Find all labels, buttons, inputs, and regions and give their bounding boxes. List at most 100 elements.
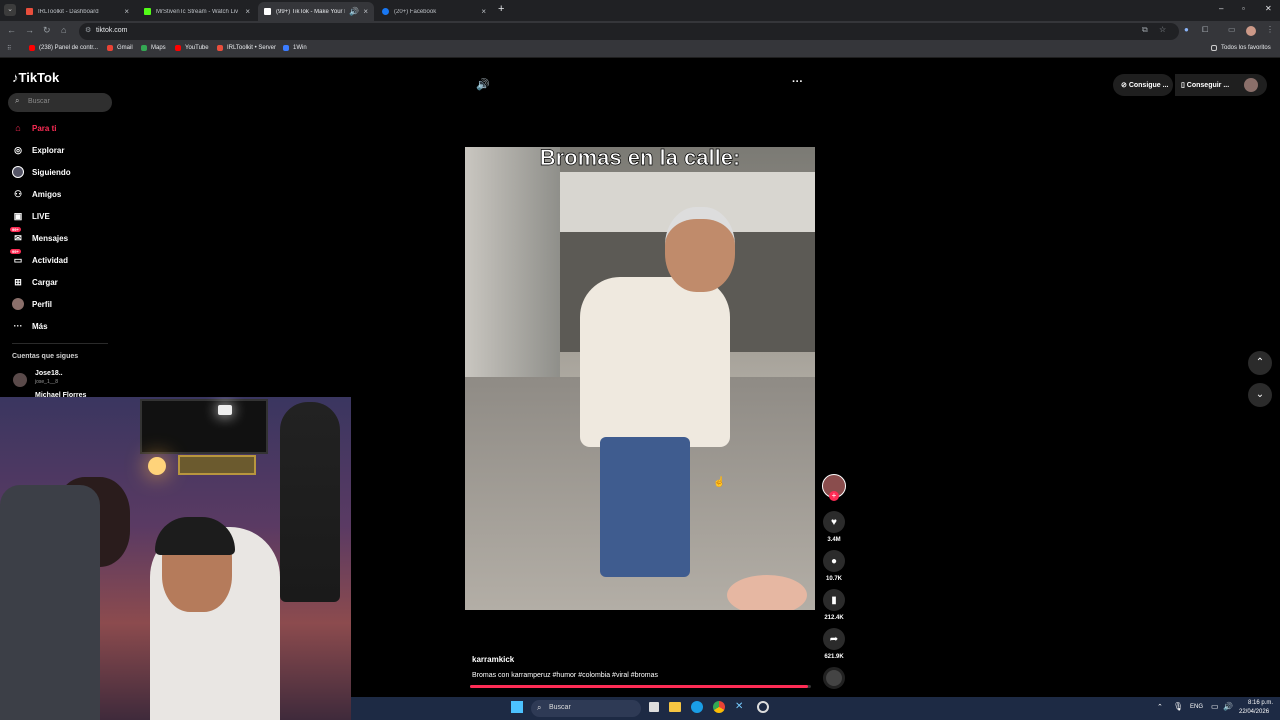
bookmark-star-icon[interactable]: ☆ bbox=[1159, 25, 1166, 34]
tab-kick-stream[interactable]: MrStivenTc Stream - Watch Liv × bbox=[138, 2, 256, 21]
tab-tiktok[interactable]: (99+) TikTok - Make Your Day🔊× bbox=[258, 2, 374, 21]
save-button[interactable]: ▮ bbox=[823, 589, 845, 611]
language-indicator[interactable]: ENG bbox=[1190, 704, 1203, 710]
new-tab-button[interactable]: + bbox=[498, 3, 504, 15]
bookmark-irltoolkit[interactable]: IRLToolkit • Server bbox=[217, 45, 276, 51]
close-tab-icon[interactable]: × bbox=[363, 7, 368, 16]
user-avatar[interactable] bbox=[1239, 74, 1267, 96]
following-separator bbox=[12, 343, 108, 344]
get-coins-button[interactable]: ⊘ Consigue ... bbox=[1113, 74, 1173, 96]
edge-icon[interactable] bbox=[691, 701, 703, 713]
bookmark-youtube[interactable]: YouTube bbox=[175, 45, 209, 51]
search-icon: ⌕ bbox=[15, 96, 20, 105]
obs-icon[interactable] bbox=[757, 701, 769, 713]
maps-icon bbox=[141, 45, 147, 51]
irltoolkit-icon bbox=[217, 45, 223, 51]
site-info-icon[interactable]: ⚙ bbox=[85, 26, 91, 34]
hand bbox=[727, 575, 807, 610]
bookmark-gmail[interactable]: Gmail bbox=[107, 45, 133, 51]
clock-time[interactable]: 8:16 p.m. bbox=[1248, 700, 1273, 706]
video-author[interactable]: karramkick bbox=[472, 655, 514, 664]
minimize-button[interactable]: – bbox=[1219, 4, 1223, 13]
messages-badge: 99+ bbox=[10, 227, 21, 232]
close-window-button[interactable]: ✕ bbox=[1265, 4, 1272, 13]
browser-menu-icon[interactable]: ⋮ bbox=[1266, 25, 1274, 34]
chrome-icon[interactable] bbox=[713, 701, 725, 713]
close-tab-icon[interactable]: × bbox=[124, 7, 129, 16]
bookmark-maps[interactable]: Maps bbox=[141, 45, 166, 51]
extensions-icon[interactable]: ⧠ bbox=[1202, 25, 1208, 35]
bookmark-panel[interactable]: (238) Panel de contr... bbox=[29, 45, 98, 51]
tiktok-logo[interactable]: ♪TikTok bbox=[12, 70, 59, 85]
coin-icon: ⊘ bbox=[1121, 82, 1129, 89]
cast-icon[interactable]: ▭ bbox=[1228, 25, 1236, 34]
like-button[interactable]: ♥ bbox=[823, 511, 845, 533]
speaker-icon[interactable]: 🔊 bbox=[1223, 702, 1233, 711]
tab-search-button[interactable]: ⌄ bbox=[4, 4, 16, 16]
windows-start-icon[interactable] bbox=[511, 701, 523, 713]
profile-icon bbox=[12, 298, 24, 310]
task-view-icon[interactable] bbox=[649, 702, 659, 712]
taskbar-search-input[interactable]: ⌕ Buscar bbox=[531, 700, 641, 717]
install-app-icon[interactable]: ⧉ bbox=[1142, 25, 1148, 35]
irltoolkit-favicon-icon bbox=[26, 8, 33, 15]
following-heading: Cuentas que sigues bbox=[12, 353, 79, 360]
mouse-cursor-icon: ☝ bbox=[713, 477, 726, 488]
network-icon[interactable]: ▭ bbox=[1211, 702, 1219, 711]
sidebar-item-live[interactable]: ▣ LIVE bbox=[12, 209, 50, 223]
close-tab-icon[interactable]: × bbox=[481, 7, 486, 16]
profile-avatar-icon[interactable] bbox=[1246, 26, 1256, 36]
follow-plus-icon[interactable]: + bbox=[829, 491, 839, 501]
friends-icon: ⚇ bbox=[13, 188, 23, 199]
tiktok-favicon-icon bbox=[264, 8, 271, 15]
share-button[interactable]: ➦ bbox=[823, 628, 845, 650]
sidebar-item-perfil[interactable]: Perfil bbox=[12, 297, 52, 311]
upload-icon: ⊞ bbox=[14, 276, 22, 287]
forward-icon[interactable]: → bbox=[25, 25, 34, 35]
capcut-icon[interactable]: ✕ bbox=[735, 701, 743, 712]
next-video-button[interactable]: ⌄ bbox=[1248, 383, 1272, 407]
file-explorer-icon[interactable] bbox=[669, 702, 681, 712]
sidebar-item-para-ti[interactable]: ⌂ Para ti bbox=[12, 121, 56, 135]
sidebar-item-cargar[interactable]: ⊞ Cargar bbox=[12, 275, 58, 289]
comment-button[interactable]: ● bbox=[823, 550, 845, 572]
tab-irltoolkit[interactable]: IRLToolkit - Dashboard × bbox=[20, 2, 135, 21]
microphone-icon[interactable]: 🎙 bbox=[1173, 702, 1183, 711]
man-jeans bbox=[600, 437, 690, 577]
url-field[interactable]: ⚙ tiktok.com bbox=[79, 23, 1179, 40]
previous-video-button[interactable]: ⌃ bbox=[1248, 351, 1272, 375]
apps-icon[interactable]: ⠿ bbox=[7, 45, 11, 52]
volume-icon[interactable]: 🔊 bbox=[476, 78, 490, 91]
activity-icon: ▭ 99+ bbox=[10, 249, 23, 265]
more-options-icon[interactable]: ··· bbox=[792, 76, 803, 88]
bookmark-1win[interactable]: 1Win bbox=[283, 45, 307, 51]
gaming-chair bbox=[0, 485, 100, 720]
following-icon bbox=[12, 166, 24, 178]
sidebar-item-amigos[interactable]: ⚇ Amigos bbox=[12, 187, 61, 201]
video-description[interactable]: Bromas con karramperuz #humor #colombia … bbox=[472, 672, 658, 679]
get-app-button[interactable]: ▯ Conseguir ... bbox=[1175, 74, 1239, 96]
sidebar-item-mas[interactable]: ··· Más bbox=[12, 319, 48, 333]
streamer-cap bbox=[155, 517, 235, 555]
sound-disc-icon[interactable] bbox=[823, 667, 845, 689]
sidebar-item-siguiendo[interactable]: Siguiendo bbox=[12, 165, 71, 179]
tray-chevron-icon[interactable]: ⌃ bbox=[1157, 703, 1163, 711]
extension-icon[interactable]: ● bbox=[1184, 25, 1189, 34]
restore-button[interactable]: ▫ bbox=[1242, 4, 1245, 13]
sidebar-item-actividad[interactable]: ▭ 99+ Actividad bbox=[10, 249, 68, 267]
sidebar-item-explorar[interactable]: ◎ Explorar bbox=[12, 143, 64, 157]
video-player[interactable]: Bromas en la calle: bbox=[465, 147, 815, 610]
back-icon[interactable]: ← bbox=[7, 25, 16, 35]
home-page-icon[interactable]: ⌂ bbox=[61, 25, 66, 35]
all-bookmarks[interactable]: Todos los favoritos bbox=[1211, 45, 1271, 51]
search-input[interactable]: ⌕ Buscar bbox=[8, 93, 112, 112]
clock-date[interactable]: 22/04/2026 bbox=[1239, 709, 1269, 715]
close-tab-icon[interactable]: × bbox=[245, 7, 250, 16]
tab-facebook[interactable]: (20+) Facebook × bbox=[376, 2, 492, 21]
compass-icon: ◎ bbox=[14, 144, 22, 155]
reload-icon[interactable]: ↻ bbox=[43, 25, 51, 36]
following-account[interactable]: Jose18.. jose_1__8 bbox=[13, 370, 113, 388]
sidebar-item-mensajes[interactable]: ✉ 99+ Mensajes bbox=[10, 227, 68, 245]
video-progress-track[interactable] bbox=[470, 685, 811, 688]
audio-playing-icon[interactable]: 🔊 bbox=[349, 7, 359, 16]
